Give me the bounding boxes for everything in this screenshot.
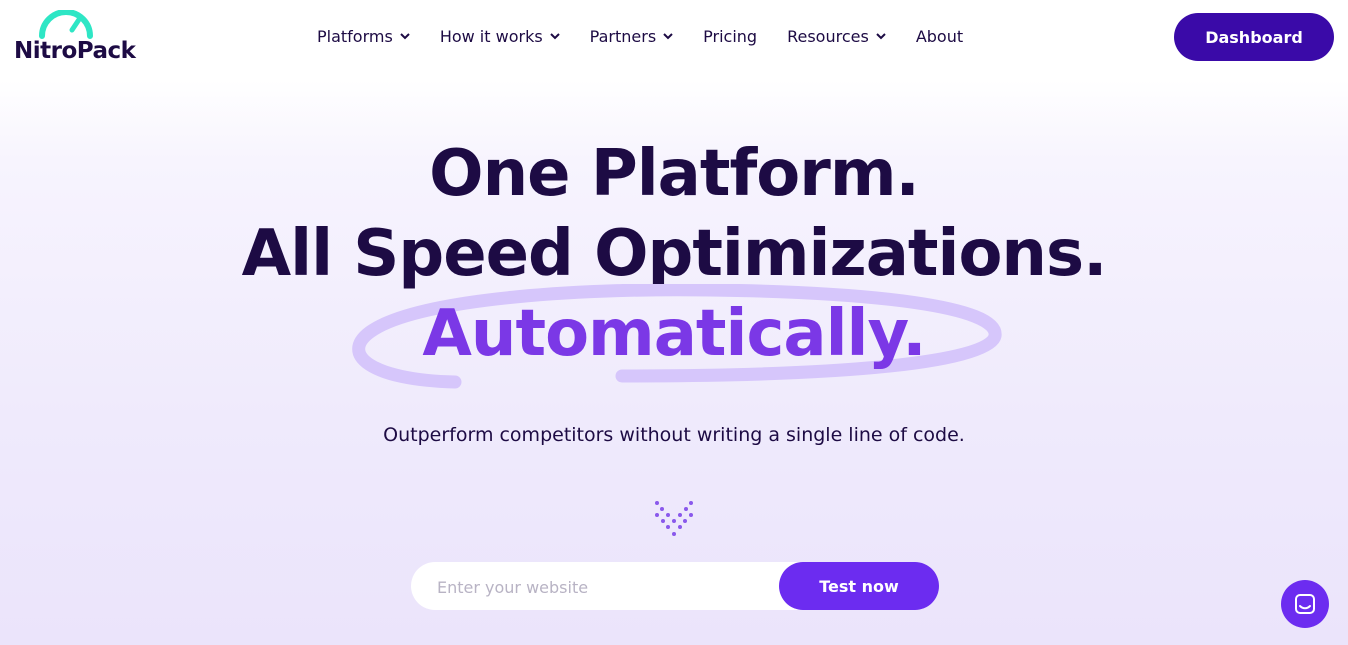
nitropack-logo[interactable]: NitroPack [14,10,159,70]
chevron-down-icon [549,32,560,39]
dashboard-button[interactable]: Dashboard [1174,13,1334,61]
scroll-down-dots-icon [655,501,693,536]
nav-item-how-it-works[interactable]: How it works [440,27,560,46]
speedometer-arc-icon [39,10,93,39]
website-test-form: Test now [411,562,939,612]
main-nav: Platforms How it works Partners Pricing … [317,24,993,48]
nav-item-resources[interactable]: Resources [787,27,886,46]
site-header: NitroPack Platforms How it works Partner… [0,0,1348,80]
chat-icon [1295,594,1315,614]
nav-label: Resources [787,26,869,46]
chevron-down-icon [876,32,886,39]
nav-item-about[interactable]: About [916,27,963,46]
nav-label: Platforms [317,26,393,46]
nav-item-partners[interactable]: Partners [590,27,673,46]
chevron-down-icon [663,32,673,39]
test-now-button[interactable]: Test now [779,562,939,610]
nav-label: Pricing [703,26,758,46]
hero-headline-line1: One Platform. [429,137,920,211]
nav-item-platforms[interactable]: Platforms [317,27,410,46]
nav-label: About [915,26,964,46]
logo-wordmark: NitroPack [14,38,136,64]
nav-label: Partners [589,26,657,46]
website-url-input[interactable] [435,562,769,612]
nav-label: How it works [439,26,543,46]
hero-headline-line2: All Speed Optimizations. [241,217,1108,291]
hero-subtitle: Outperform competitors without writing a… [383,424,965,446]
hero-headline-line3: Automatically. [422,297,926,371]
nav-item-pricing[interactable]: Pricing [703,27,757,46]
chat-launcher-button[interactable] [1281,580,1329,628]
chevron-down-icon [400,32,410,39]
